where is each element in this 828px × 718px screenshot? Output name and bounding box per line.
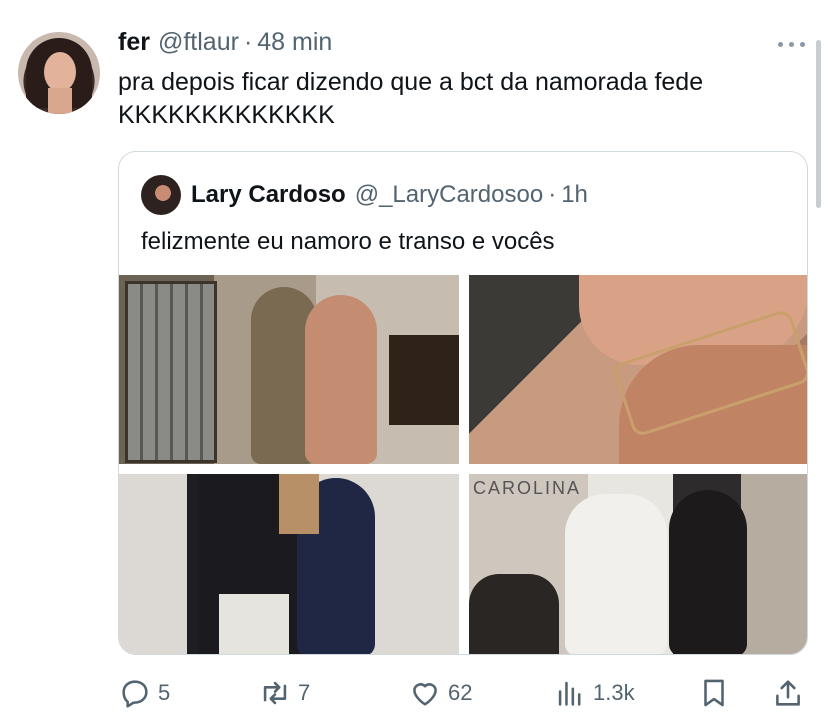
author-name[interactable]: fer	[118, 28, 150, 57]
quoted-header: Lary Cardoso @_LaryCardosoo · 1h	[141, 175, 588, 215]
chair-shape	[469, 574, 559, 654]
media-photo-4[interactable]: CAROLINA	[469, 474, 807, 654]
quoted-author-name: Lary Cardoso	[191, 181, 346, 208]
window-shape	[125, 281, 217, 463]
quoted-separator: ·	[548, 181, 557, 208]
views-count: 1.3k	[593, 680, 635, 705]
person-shape	[669, 490, 747, 654]
reply-count: 5	[158, 680, 171, 705]
action-bar: 5 7 62 1.3k	[0, 664, 828, 718]
bookmark-button[interactable]	[697, 676, 731, 710]
views-icon	[558, 681, 581, 706]
photo-caption: CAROLINA	[473, 478, 582, 498]
media-photo-2[interactable]	[469, 275, 807, 464]
repost-count: 7	[298, 680, 311, 705]
header-separator: ·	[243, 28, 253, 56]
quoted-text: felizmente eu namoro e transo e vocês	[141, 228, 555, 255]
like-button[interactable]: 62	[408, 676, 472, 710]
tweet-text: pra depois ficar dizendo que a bct da na…	[118, 68, 704, 129]
media-photo-1[interactable]	[119, 275, 459, 464]
pants-shape	[219, 594, 289, 654]
like-count: 62	[448, 680, 473, 705]
views-button[interactable]: 1.3k	[553, 676, 635, 710]
more-icon[interactable]	[776, 30, 808, 58]
share-icon	[776, 680, 800, 706]
furniture-shape	[389, 335, 459, 425]
quoted-author-handle: @_LaryCardosoo	[354, 181, 544, 208]
hair-shape	[279, 474, 319, 534]
share-button[interactable]	[771, 676, 805, 710]
avatar-neck	[48, 88, 72, 114]
reply-icon	[122, 680, 148, 708]
repost-button[interactable]: 7	[258, 676, 310, 710]
tweet-header: fer @ftlaur · 48 min	[118, 28, 332, 57]
quoted-timestamp: 1h	[561, 181, 588, 208]
bookmark-icon	[704, 679, 724, 707]
heart-icon	[413, 683, 437, 706]
author-handle[interactable]: @ftlaur	[158, 28, 239, 57]
scrollbar[interactable]	[816, 40, 821, 208]
quoted-tweet[interactable]: Lary Cardoso @_LaryCardosoo · 1h felizme…	[118, 151, 808, 655]
media-photo-3[interactable]	[119, 474, 459, 654]
quoted-avatar[interactable]	[141, 175, 181, 215]
person-shape	[565, 494, 667, 654]
media-grid: CAROLINA	[119, 275, 807, 654]
reply-button[interactable]: 5	[118, 676, 170, 710]
avatar-face	[44, 52, 76, 92]
repost-icon	[263, 681, 287, 705]
person-shape	[305, 295, 377, 464]
tweet-timestamp[interactable]: 48 min	[257, 28, 332, 57]
author-avatar[interactable]	[18, 32, 100, 114]
